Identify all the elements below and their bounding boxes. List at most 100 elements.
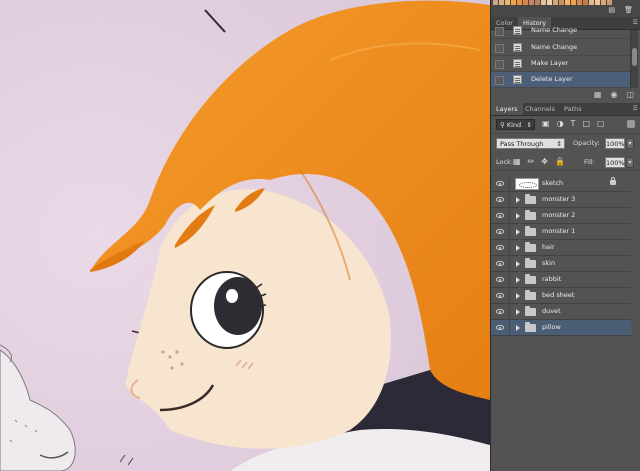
trash-icon[interactable]: ◫ [626, 90, 634, 99]
layer-row[interactable]: monster 1 [491, 224, 631, 240]
new-document-from-state-icon[interactable]: ▦ [594, 90, 602, 99]
visibility-eye-icon[interactable] [496, 277, 504, 282]
blend-mode-value: Pass Through [500, 140, 544, 148]
layer-row[interactable]: rabbit [491, 272, 631, 288]
tab-paths[interactable]: Paths [559, 103, 587, 115]
panel-menu-icon[interactable]: ☰ [633, 19, 638, 26]
expand-triangle-icon[interactable] [516, 309, 520, 315]
layer-row[interactable]: skin [491, 256, 631, 272]
layer-row-selected[interactable]: pillow [491, 320, 631, 336]
visibility-eye-icon[interactable] [496, 213, 504, 218]
filter-toggle-switch[interactable] [627, 120, 635, 128]
new-swatch-icon[interactable]: ▤ [608, 6, 615, 14]
divider [509, 256, 510, 272]
swatch[interactable] [517, 0, 522, 5]
history-item[interactable]: Name Change [491, 25, 631, 39]
swatch[interactable] [595, 0, 600, 5]
smart-object-filter-icon[interactable]: ▢ [597, 119, 605, 128]
layer-row[interactable]: monster 2 [491, 208, 631, 224]
expand-triangle-icon[interactable] [516, 197, 520, 203]
swatch[interactable] [559, 0, 564, 5]
fill-dropdown-button[interactable]: ▾ [626, 157, 634, 168]
history-item-selected[interactable]: Delete Layer [491, 72, 631, 88]
swatch[interactable] [535, 0, 540, 5]
swatch[interactable] [511, 0, 516, 5]
layer-row[interactable]: hair [491, 240, 631, 256]
expand-triangle-icon[interactable] [516, 245, 520, 251]
visibility-eye-icon[interactable] [496, 229, 504, 234]
swatch[interactable] [565, 0, 570, 5]
divider [509, 304, 510, 320]
lock-transparent-icon[interactable]: ▦ [513, 157, 521, 166]
expand-triangle-icon[interactable] [516, 277, 520, 283]
divider [509, 208, 510, 224]
history-source-checkbox[interactable] [495, 60, 504, 69]
artwork-illustration [0, 0, 490, 471]
history-item[interactable]: Name Change [491, 40, 631, 56]
expand-triangle-icon[interactable] [516, 261, 520, 267]
swatch[interactable] [493, 0, 498, 5]
history-state-icon [513, 75, 522, 84]
lock-paint-icon[interactable]: ✏ [528, 157, 535, 166]
visibility-eye-icon[interactable] [496, 261, 504, 266]
visibility-eye-icon[interactable] [496, 245, 504, 250]
panel-menu-icon[interactable]: ☰ [633, 105, 638, 112]
opacity-dropdown-button[interactable]: ▾ [626, 138, 634, 149]
history-source-checkbox[interactable] [495, 44, 504, 53]
visibility-eye-icon[interactable] [496, 181, 504, 186]
swatch[interactable] [583, 0, 588, 5]
folder-icon [525, 226, 536, 236]
layer-name: rabbit [542, 275, 562, 283]
chevron-down-icon: ⇕ [556, 140, 562, 148]
expand-triangle-icon[interactable] [516, 213, 520, 219]
history-source-checkbox[interactable] [495, 76, 504, 85]
visibility-eye-icon[interactable] [496, 325, 504, 330]
blend-mode-select[interactable]: Pass Through ⇕ [496, 138, 565, 149]
swatch[interactable] [607, 0, 612, 5]
history-source-checkbox[interactable] [495, 27, 504, 36]
layer-name: sketch [542, 179, 564, 187]
tab-channels[interactable]: Channels [520, 103, 560, 115]
swatch[interactable] [529, 0, 534, 5]
layer-row[interactable]: bed sheet [491, 288, 631, 304]
layer-row[interactable]: duvet [491, 304, 631, 320]
visibility-eye-icon[interactable] [496, 197, 504, 202]
snapshot-camera-icon[interactable]: ◉ [610, 90, 617, 99]
swatch[interactable] [547, 0, 552, 5]
history-item[interactable]: Make Layer [491, 56, 631, 72]
expand-triangle-icon[interactable] [516, 293, 520, 299]
tab-layers[interactable]: Layers [491, 103, 523, 115]
swatch[interactable] [553, 0, 558, 5]
history-scrollbar[interactable] [630, 30, 638, 88]
swatch[interactable] [589, 0, 594, 5]
document-canvas[interactable] [0, 0, 490, 471]
layer-name: monster 1 [542, 227, 576, 235]
scroll-thumb[interactable] [632, 48, 637, 66]
layer-row[interactable]: monster 3 [491, 192, 631, 208]
lock-move-icon[interactable]: ✥ [541, 157, 548, 166]
folder-icon [525, 242, 536, 252]
layer-row[interactable]: sketch [491, 176, 631, 192]
adjustment-filter-icon[interactable]: ◑ [557, 119, 564, 128]
fill-input[interactable]: 100% [605, 157, 625, 168]
visibility-eye-icon[interactable] [496, 309, 504, 314]
type-filter-icon[interactable]: T [571, 119, 576, 128]
swatch[interactable] [523, 0, 528, 5]
chevron-down-icon: ⇕ [526, 121, 532, 129]
trash-icon[interactable]: 🗑 [624, 6, 633, 14]
swatch[interactable] [601, 0, 606, 5]
swatch[interactable] [541, 0, 546, 5]
pixel-filter-icon[interactable]: ▣ [542, 119, 550, 128]
opacity-input[interactable]: 100% [605, 138, 625, 149]
swatch[interactable] [571, 0, 576, 5]
swatch[interactable] [499, 0, 504, 5]
expand-triangle-icon[interactable] [516, 229, 520, 235]
swatch[interactable] [577, 0, 582, 5]
folder-icon [525, 306, 536, 316]
visibility-eye-icon[interactable] [496, 293, 504, 298]
lock-all-icon[interactable]: 🔒 [555, 157, 565, 166]
swatch[interactable] [505, 0, 510, 5]
expand-triangle-icon[interactable] [516, 325, 520, 331]
kind-filter-select[interactable]: ⚲ Kind ⇕ [496, 119, 535, 130]
shape-filter-icon[interactable]: □ [582, 119, 590, 128]
